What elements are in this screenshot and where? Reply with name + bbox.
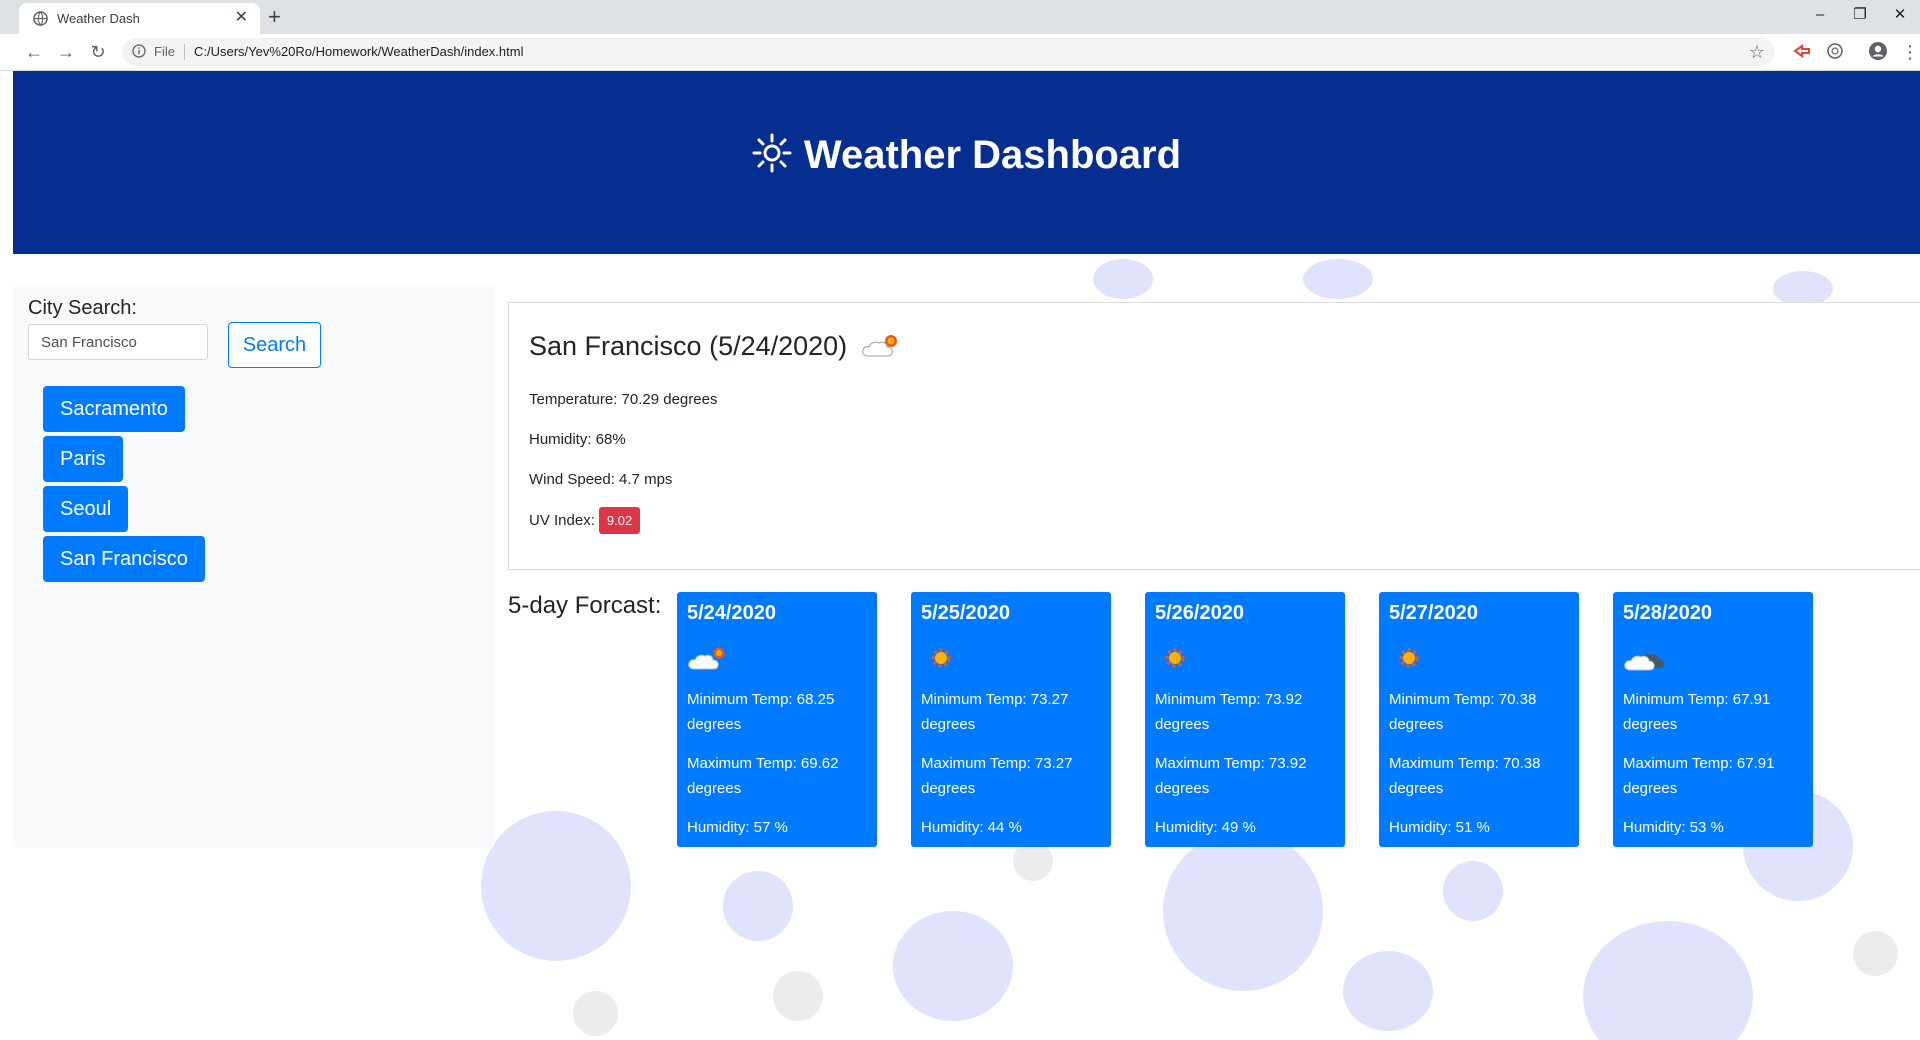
tab-strip: Weather Dash ✕ + – ❐ ✕ [0,0,1920,34]
background-blot [1583,921,1753,1040]
page-header: Weather Dashboard [13,71,1920,254]
forecast-max-temp: Maximum Temp: 69.62 degrees [687,755,839,797]
city-search-panel: City Search: Search Sacramento Paris Seo… [13,287,494,847]
sun-icon [752,133,792,173]
city-button-san-francisco[interactable]: San Francisco [43,536,205,582]
forecast-card: 5/25/2020 Minimum Temp: 73.27 degrees Ma… [911,592,1111,847]
forecast-humidity: Humidity: 49 % [1155,819,1256,836]
restore-button[interactable]: ❐ [1840,4,1880,26]
reload-button[interactable]: ↻ [86,40,110,64]
current-temperature: Temperature: 70.29 degrees [529,391,718,408]
background-blot [893,911,1013,1021]
uv-index-label: UV Index: [529,512,595,529]
forecast-min-temp: Minimum Temp: 73.27 degrees [921,691,1069,733]
forecast-max-temp: Maximum Temp: 67.91 degrees [1623,755,1775,797]
background-blot [1303,259,1373,299]
city-button-paris[interactable]: Paris [43,436,123,482]
forecast-min-temp: Minimum Temp: 67.91 degrees [1623,691,1771,733]
forecast-min-temp: Minimum Temp: 73.92 degrees [1155,691,1303,733]
partly-cloudy-icon [688,647,725,670]
background-blot [1773,271,1833,306]
page-title: Weather Dashboard [803,133,1182,177]
address-bar[interactable]: File C:/Users/Yev%20Ro/Homework/WeatherD… [122,38,1775,66]
forecast-card: 5/24/2020 Minimum Temp: 68.25 degrees Ma… [677,592,877,847]
background-blot [1013,841,1053,881]
background-blot [1093,259,1153,299]
url-scheme: File [154,44,175,59]
url-separator [184,44,185,60]
background-blot [1163,831,1323,991]
forecast-max-temp: Maximum Temp: 70.38 degrees [1389,755,1541,797]
forecast-date: 5/27/2020 [1389,602,1478,624]
current-weather-heading: San Francisco (5/24/2020) [529,329,903,362]
url-text[interactable]: C:/Users/Yev%20Ro/Homework/WeatherDash/i… [194,44,523,59]
uv-index-badge: 9.02 [598,507,641,534]
background-blot [1343,951,1433,1031]
city-search-input[interactable] [28,324,208,360]
page-title-wrap: Weather Dashboard [13,133,1920,178]
browser-tab[interactable]: Weather Dash ✕ [19,3,260,34]
background-blot [1443,861,1503,921]
cloudy-icon [1624,653,1665,671]
background-blot [481,811,631,961]
partly-cloudy-icon [861,335,897,357]
current-uv-row: UV Index: 9.02 [529,507,641,534]
forecast-date: 5/25/2020 [921,602,1010,624]
forecast-date: 5/28/2020 [1623,602,1712,624]
browser-toolbar: ← → ↻ File C:/Users/Yev%20Ro/Homework/We… [0,34,1920,71]
background-blot [1853,931,1898,976]
window-close-button[interactable]: ✕ [1880,4,1920,26]
current-wind-speed: Wind Speed: 4.7 mps [529,471,673,488]
forecast-card: 5/28/2020 Minimum Temp: 67.91 degrees Ma… [1613,592,1813,847]
sun-icon [1165,648,1185,668]
city-button-sacramento[interactable]: Sacramento [43,386,185,432]
profile-avatar-icon[interactable] [1868,41,1888,61]
bookmark-star-icon[interactable]: ☆ [1749,41,1765,63]
forward-button[interactable]: → [54,40,78,64]
new-tab-button[interactable]: + [268,3,281,31]
current-weather-card: San Francisco (5/24/2020) Temperature: 7… [508,302,1920,570]
info-icon[interactable] [132,44,146,58]
forecast-min-temp: Minimum Temp: 70.38 degrees [1389,691,1537,733]
sun-icon [931,648,951,668]
extension-icon[interactable] [1793,42,1811,60]
city-search-label: City Search: [28,297,137,319]
search-button[interactable]: Search [228,322,321,368]
background-blot [773,971,823,1021]
page-background: Weather Dashboard City Search: Search Sa… [13,71,1920,1040]
forecast-max-temp: Maximum Temp: 73.27 degrees [921,755,1073,797]
extension-circle-icon[interactable] [1826,42,1844,60]
current-humidity: Humidity: 68% [529,431,626,448]
forecast-date: 5/26/2020 [1155,602,1244,624]
minimize-button[interactable]: – [1800,4,1840,26]
forecast-humidity: Humidity: 51 % [1389,819,1490,836]
globe-icon [33,11,48,26]
background-blot [723,871,793,941]
city-button-seoul[interactable]: Seoul [43,486,129,532]
browser-menu-icon[interactable]: ⋮ [1898,40,1920,64]
forecast-humidity: Humidity: 57 % [687,819,788,836]
forecast-card: 5/27/2020 Minimum Temp: 70.38 degrees Ma… [1379,592,1579,847]
tab-title: Weather Dash [57,11,140,26]
forecast-heading: 5-day Forcast: [508,592,662,619]
forecast-humidity: Humidity: 44 % [921,819,1022,836]
sun-icon [1399,648,1419,668]
tab-close-icon[interactable]: ✕ [235,8,248,28]
background-blot [573,991,618,1036]
forecast-min-temp: Minimum Temp: 68.25 degrees [687,691,835,733]
current-city-date: San Francisco (5/24/2020) [529,331,848,361]
forecast-date: 5/24/2020 [687,602,776,624]
forecast-max-temp: Maximum Temp: 73.92 degrees [1155,755,1307,797]
forecast-card: 5/26/2020 Minimum Temp: 73.92 degrees Ma… [1145,592,1345,847]
forecast-humidity: Humidity: 53 % [1623,819,1724,836]
back-button[interactable]: ← [22,40,46,64]
